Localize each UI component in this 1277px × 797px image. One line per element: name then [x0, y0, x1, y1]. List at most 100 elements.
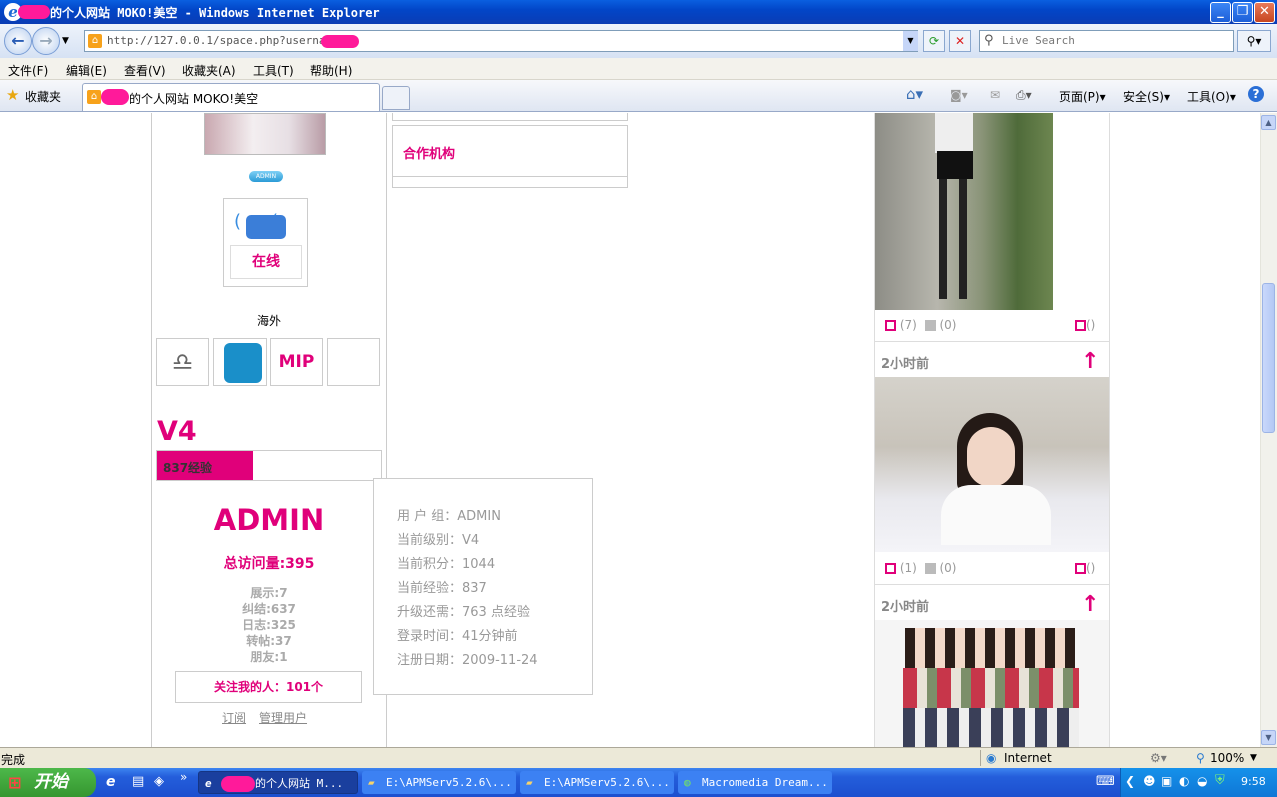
status-text: 完成 — [1, 753, 26, 767]
volume-icon[interactable]: ◐ — [1179, 774, 1189, 788]
photo-feed: (7) (0) () 2小时前 ↑ (1) (0) () 2小时前 ↑ — [874, 113, 1110, 747]
quicklaunch-app-icon[interactable]: ▤ — [132, 774, 144, 789]
menu-favorites[interactable]: 收藏夹(A) — [182, 62, 236, 79]
maximize-button[interactable]: ❐ — [1232, 2, 1253, 23]
new-tab-button[interactable] — [382, 86, 410, 110]
like-icon[interactable] — [924, 563, 936, 574]
title-bar[interactable]: e 的个人网站 MOKO!美空 - Windows Internet Explo… — [0, 0, 1277, 24]
feeds-icon[interactable]: ◙▾ — [950, 88, 968, 102]
clock: 9:58 — [1241, 775, 1266, 788]
profile-sidebar: ADMIN (( 在线 海外 ♎ MIP V4 837经验 ADMIN 总访问量… — [151, 113, 387, 747]
tray-expand-icon[interactable]: ❮ — [1125, 774, 1135, 788]
ie-task-icon: e — [205, 777, 212, 790]
keyboard-icon[interactable]: ⌨ — [1096, 774, 1115, 789]
help-icon[interactable]: ? — [1248, 86, 1264, 102]
back-button[interactable]: ← — [4, 27, 32, 55]
close-button[interactable]: ✕ — [1254, 2, 1275, 23]
task-folder-2[interactable]: ▰ E:\APMServ5.2.6\... — [520, 771, 674, 794]
quicklaunch-more-icon[interactable]: » — [180, 770, 187, 784]
photo-post-2[interactable] — [875, 377, 1109, 552]
stat-item[interactable]: 展示:7 — [152, 585, 386, 601]
task-dreamweaver[interactable]: ◍ Macromedia Dream... — [678, 771, 832, 794]
taskbar: ⊞ 开始 e ▤ ◈ » e 的个人网站 M... ▰ E:\APMServ5.… — [0, 768, 1277, 797]
info-upgrade: 升级还需：763 点经验 — [397, 605, 530, 620]
address-dropdown-icon[interactable]: ▼ — [903, 31, 918, 51]
divider — [875, 341, 1109, 342]
address-toolbar: ← → ▼ ⌂ http://127.0.0.1/space.php?usern… — [0, 24, 1277, 58]
partner-title[interactable]: 合作机构 — [403, 143, 455, 162]
arrow-up-icon[interactable]: ↑ — [1081, 349, 1099, 374]
redaction-mark — [101, 89, 129, 105]
qq-icon[interactable]: ☻ — [1143, 774, 1156, 788]
address-field[interactable]: ⌂ http://127.0.0.1/space.php?username= ▼ — [84, 30, 918, 52]
manage-users-link[interactable]: 管理用户 — [259, 709, 307, 726]
task-ie[interactable]: e 的个人网站 M... — [198, 771, 358, 794]
shield-icon[interactable]: ⛨ — [1215, 773, 1225, 788]
menu-tools[interactable]: 工具(T) — [253, 62, 294, 79]
tab-active[interactable]: ⌂ 的个人网站 MOKO!美空 — [82, 83, 380, 111]
message-icon — [1075, 563, 1086, 574]
mail-icon[interactable]: ✉ — [990, 88, 1000, 102]
scrollbar-thumb[interactable] — [1262, 283, 1275, 433]
favorites-button[interactable]: 收藏夹 — [25, 88, 61, 105]
search-go-button[interactable]: ⚲▾ — [1237, 30, 1271, 52]
menu-view[interactable]: 查看(V) — [124, 62, 166, 79]
phone-badge[interactable] — [213, 338, 267, 386]
search-icon: ⚲ — [984, 33, 994, 48]
menu-edit[interactable]: 编辑(E) — [66, 62, 107, 79]
scroll-down-icon[interactable]: ▼ — [1261, 730, 1276, 745]
quicklaunch-app-icon[interactable]: ◈ — [154, 774, 164, 789]
quicklaunch-ie-icon[interactable]: e — [106, 774, 116, 790]
minimize-button[interactable]: _ — [1210, 2, 1231, 23]
safety-menu-label: 安全(S) — [1123, 90, 1164, 104]
refresh-icon[interactable]: ⟳ — [923, 30, 945, 52]
subscribe-link[interactable]: 订阅 — [222, 709, 246, 726]
zoom-dropdown-icon[interactable]: ▼ — [1250, 753, 1257, 763]
status-bar: 完成 ◉ Internet ⚙▾ ⚲ 100% ▼ — [0, 747, 1277, 768]
network-icon[interactable]: ▣ — [1161, 774, 1172, 788]
stat-item[interactable]: 纠结:637 — [152, 601, 386, 617]
protected-mode-icon[interactable]: ⚙▾ — [1150, 751, 1167, 765]
arrow-up-icon[interactable]: ↑ — [1081, 592, 1099, 617]
tools-menu[interactable]: 工具(O)▾ — [1187, 88, 1236, 105]
tray-app-icon[interactable]: ◒ — [1197, 774, 1207, 788]
stat-item[interactable]: 朋友:1 — [152, 649, 386, 665]
history-dropdown-icon[interactable]: ▼ — [62, 36, 69, 46]
scroll-up-icon[interactable]: ▲ — [1261, 115, 1276, 130]
page-menu[interactable]: 页面(P)▾ — [1059, 88, 1106, 105]
print-icon[interactable]: ⎙▾ — [1016, 88, 1032, 103]
start-button[interactable]: ⊞ 开始 — [0, 768, 96, 797]
stat-item[interactable]: 转帖:37 — [152, 633, 386, 649]
level-label: V4 — [157, 416, 197, 447]
stop-icon[interactable]: ✕ — [949, 30, 971, 52]
like-icon[interactable] — [924, 320, 936, 331]
post-2-meta: (1) (0) — [885, 561, 956, 575]
menu-help[interactable]: 帮助(H) — [310, 62, 352, 79]
post-2-msg[interactable]: () — [1075, 561, 1095, 575]
mip-badge[interactable]: MIP — [270, 338, 323, 386]
window-title: 的个人网站 MOKO!美空 - Windows Internet Explore… — [50, 6, 380, 20]
stat-item[interactable]: 日志:325 — [152, 617, 386, 633]
avatar[interactable] — [204, 113, 326, 155]
photo-post-1[interactable] — [875, 113, 1053, 310]
forward-button[interactable]: → — [32, 27, 60, 55]
post-1-msg[interactable]: () — [1075, 318, 1095, 332]
photo-detail — [941, 485, 1051, 545]
search-placeholder: Live Search — [1002, 34, 1075, 47]
post-1-likes: (0) — [939, 318, 957, 332]
menu-file[interactable]: 文件(F) — [8, 62, 48, 79]
zoom-level[interactable]: 100% — [1210, 751, 1244, 765]
redaction-mark — [221, 776, 255, 792]
safety-menu[interactable]: 安全(S)▾ — [1123, 88, 1170, 105]
comment-icon[interactable] — [885, 563, 896, 574]
task-folder-1[interactable]: ▰ E:\APMServ5.2.6\... — [362, 771, 516, 794]
search-input[interactable]: ⚲ Live Search — [979, 30, 1234, 52]
comment-icon[interactable] — [885, 320, 896, 331]
libra-sign-icon[interactable]: ♎ — [156, 338, 209, 386]
photo-post-3[interactable] — [875, 620, 1109, 747]
tools-menu-label: 工具(O) — [1187, 90, 1230, 104]
page-content: ADMIN (( 在线 海外 ♎ MIP V4 837经验 ADMIN 总访问量… — [0, 113, 1260, 747]
followers-button[interactable]: 关注我的人：101个 — [175, 671, 362, 703]
home-icon[interactable]: ⌂▾ — [906, 85, 923, 103]
post-2-comments: (1) — [899, 561, 917, 575]
